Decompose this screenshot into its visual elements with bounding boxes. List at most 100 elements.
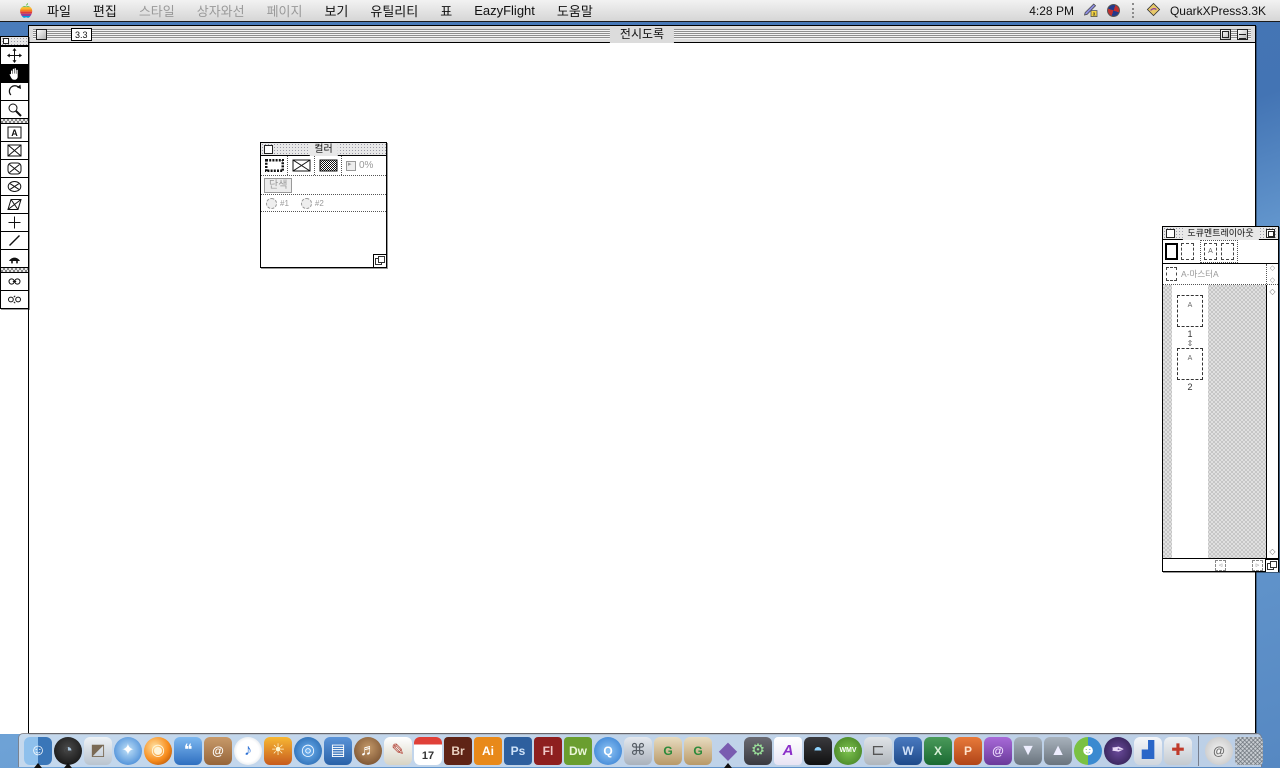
active-app-name[interactable]: QuarkXPress3.3K bbox=[1170, 4, 1266, 18]
menu-help[interactable]: 도움말 bbox=[557, 1, 593, 20]
color-swatch-2[interactable]: #2 bbox=[301, 198, 324, 209]
dock-dashboard-icon[interactable]: ◔ bbox=[54, 737, 82, 765]
dock-adobe-illustrator-icon[interactable]: Ai bbox=[474, 737, 502, 765]
window-collapse-box[interactable] bbox=[1237, 29, 1248, 40]
menu-edit[interactable]: 편집 bbox=[93, 1, 117, 20]
layout-horizontal-scrollbar[interactable]: ◃ ▹ bbox=[1163, 558, 1278, 571]
menubar-clock[interactable]: 4:28 PM bbox=[1029, 4, 1074, 18]
dock-toast-icon[interactable]: ◓ bbox=[804, 737, 832, 765]
text-box-tool[interactable]: A bbox=[1, 123, 28, 141]
window-close-box[interactable] bbox=[36, 29, 47, 40]
dock-inkwell-app-icon[interactable]: ✒ bbox=[1104, 737, 1132, 765]
dock-chart-app-icon[interactable]: ▟ bbox=[1134, 737, 1162, 765]
unlinking-tool[interactable] bbox=[1, 290, 28, 308]
apple-logo[interactable] bbox=[18, 2, 33, 19]
orthogonal-line-tool[interactable] bbox=[1, 213, 28, 231]
rotation-tool[interactable] bbox=[1, 82, 28, 100]
layout-page-2[interactable]: A bbox=[1177, 348, 1203, 380]
dock-msn-messenger-icon[interactable]: ☻ bbox=[1074, 737, 1102, 765]
menu-eazyflight[interactable]: EazyFlight bbox=[474, 3, 535, 18]
dock-iphoto-icon[interactable]: ☀ bbox=[264, 737, 292, 765]
dock-quarkxpress-icon[interactable]: ◆ bbox=[714, 737, 742, 765]
dock-adobe-dreamweaver-icon[interactable]: Dw bbox=[564, 737, 592, 765]
table-tool[interactable] bbox=[1, 249, 28, 267]
colors-palette-close-box[interactable] bbox=[264, 145, 273, 154]
layout-palette-zoom-box[interactable] bbox=[1266, 229, 1275, 238]
dock-finder-icon[interactable]: ☺ bbox=[24, 737, 52, 765]
shade-popup-icon[interactable] bbox=[346, 161, 356, 171]
polygon-picture-box-tool[interactable] bbox=[1, 195, 28, 213]
dock-imovie-icon[interactable]: ▤ bbox=[324, 737, 352, 765]
solid-color-button[interactable]: 단색 bbox=[264, 178, 292, 193]
colors-palette-titlebar[interactable]: 컬러 bbox=[261, 143, 386, 156]
menu-view[interactable]: 보기 bbox=[324, 1, 348, 20]
linking-tool[interactable] bbox=[1, 272, 28, 290]
dock-flip4mac-wmv-icon[interactable]: WMV bbox=[834, 737, 862, 765]
dock-itunes-icon[interactable]: ♪ bbox=[234, 737, 262, 765]
pencil-input-icon[interactable]: a bbox=[1083, 2, 1098, 20]
dock-dropstuff-icon[interactable]: ▼ bbox=[1014, 737, 1042, 765]
dock-trash-icon[interactable] bbox=[1235, 737, 1263, 765]
dock-firefox-icon[interactable]: ◉ bbox=[144, 737, 172, 765]
dock-idvd-icon[interactable]: ◎ bbox=[294, 737, 322, 765]
tool-palette-close-box[interactable] bbox=[3, 38, 9, 44]
window-zoom-box[interactable] bbox=[1220, 29, 1231, 40]
dock-ms-powerpoint-icon[interactable]: P bbox=[954, 737, 982, 765]
scroll-left-arrow[interactable]: ◃ bbox=[1215, 560, 1226, 571]
blank-facing-page-icon[interactable] bbox=[1181, 243, 1194, 260]
blank-page-icon[interactable] bbox=[1165, 243, 1178, 260]
dock-ms-word-icon[interactable]: W bbox=[894, 737, 922, 765]
menu-table[interactable]: 표 bbox=[440, 1, 452, 20]
dock-quicktime-icon[interactable]: Q bbox=[594, 737, 622, 765]
menu-utilities[interactable]: 유틸리티 bbox=[370, 1, 418, 20]
master-page-list-item[interactable]: A-마스터A ◇◇ bbox=[1163, 264, 1278, 285]
dock-g-app-1-icon[interactable]: G bbox=[654, 737, 682, 765]
layout-page-1[interactable]: A bbox=[1177, 295, 1203, 327]
dock-stuffit-icon[interactable]: ⊏ bbox=[864, 737, 892, 765]
window-titlebar[interactable]: 3.3 전시도록 bbox=[29, 26, 1255, 43]
content-tool[interactable] bbox=[1, 64, 28, 82]
dock-address-book-icon[interactable]: @ bbox=[204, 737, 232, 765]
diagonal-line-tool[interactable] bbox=[1, 231, 28, 249]
scroll-right-arrow[interactable]: ▹ bbox=[1252, 560, 1263, 571]
layout-palette-titlebar[interactable]: 도큐멘트레이아웃 bbox=[1163, 227, 1278, 240]
dock-mail-stamp-icon[interactable]: @ bbox=[1205, 737, 1233, 765]
layout-palette-close-box[interactable] bbox=[1166, 229, 1175, 238]
oval-picture-box-tool[interactable] bbox=[1, 177, 28, 195]
rectangle-picture-box-tool[interactable] bbox=[1, 141, 28, 159]
color-swirl-icon[interactable] bbox=[1107, 4, 1120, 17]
menu-file[interactable]: 파일 bbox=[47, 1, 71, 20]
quarkxpress-app-icon[interactable] bbox=[1146, 2, 1161, 20]
dock-safari-icon[interactable]: ✦ bbox=[114, 737, 142, 765]
tool-palette-titlebar[interactable] bbox=[1, 37, 28, 46]
shade-icon[interactable] bbox=[315, 156, 342, 175]
rounded-rectangle-picture-box-tool[interactable] bbox=[1, 159, 28, 177]
dock-adobe-flash-icon[interactable]: Fl bbox=[534, 737, 562, 765]
dock-toolbox-icon[interactable]: ✚ bbox=[1164, 737, 1192, 765]
master-list-scrollbar[interactable]: ◇◇ bbox=[1266, 264, 1278, 284]
dock-front-row-icon[interactable]: ⌘ bbox=[624, 737, 652, 765]
dock-preview-icon[interactable]: ◩ bbox=[84, 737, 112, 765]
dock-a3-app-icon[interactable]: A bbox=[774, 737, 802, 765]
dock-ms-entourage-icon[interactable]: @ bbox=[984, 737, 1012, 765]
dock-garageband-icon[interactable]: ♬ bbox=[354, 737, 382, 765]
dock-g-app-2-icon[interactable]: G bbox=[684, 737, 712, 765]
dock-stuffit-expander-icon[interactable]: ▲ bbox=[1044, 737, 1072, 765]
dock-adobe-photoshop-icon[interactable]: Ps bbox=[504, 737, 532, 765]
dock-textedit-icon[interactable]: ✎ bbox=[384, 737, 412, 765]
master-page-blank-icon[interactable] bbox=[1221, 243, 1234, 260]
dock-adobe-bridge-icon[interactable]: Br bbox=[444, 737, 472, 765]
contents-icon[interactable] bbox=[288, 156, 315, 175]
layout-vertical-scrollbar[interactable]: ◇◇ bbox=[1266, 285, 1278, 558]
zoom-tool[interactable] bbox=[1, 100, 28, 118]
frame-icon[interactable] bbox=[261, 156, 288, 175]
item-tool[interactable] bbox=[1, 46, 28, 64]
color-swatch-1[interactable]: #1 bbox=[266, 198, 289, 209]
dock-ical-icon[interactable]: 17 bbox=[414, 737, 442, 765]
dock-ichat-icon[interactable]: ❝ bbox=[174, 737, 202, 765]
dock-ms-excel-icon[interactable]: X bbox=[924, 737, 952, 765]
master-page-a-icon[interactable]: A bbox=[1204, 243, 1217, 260]
layout-palette-resize-handle[interactable] bbox=[1265, 559, 1278, 572]
document-canvas[interactable] bbox=[29, 43, 1255, 733]
colors-palette-resize-handle[interactable] bbox=[373, 254, 386, 267]
